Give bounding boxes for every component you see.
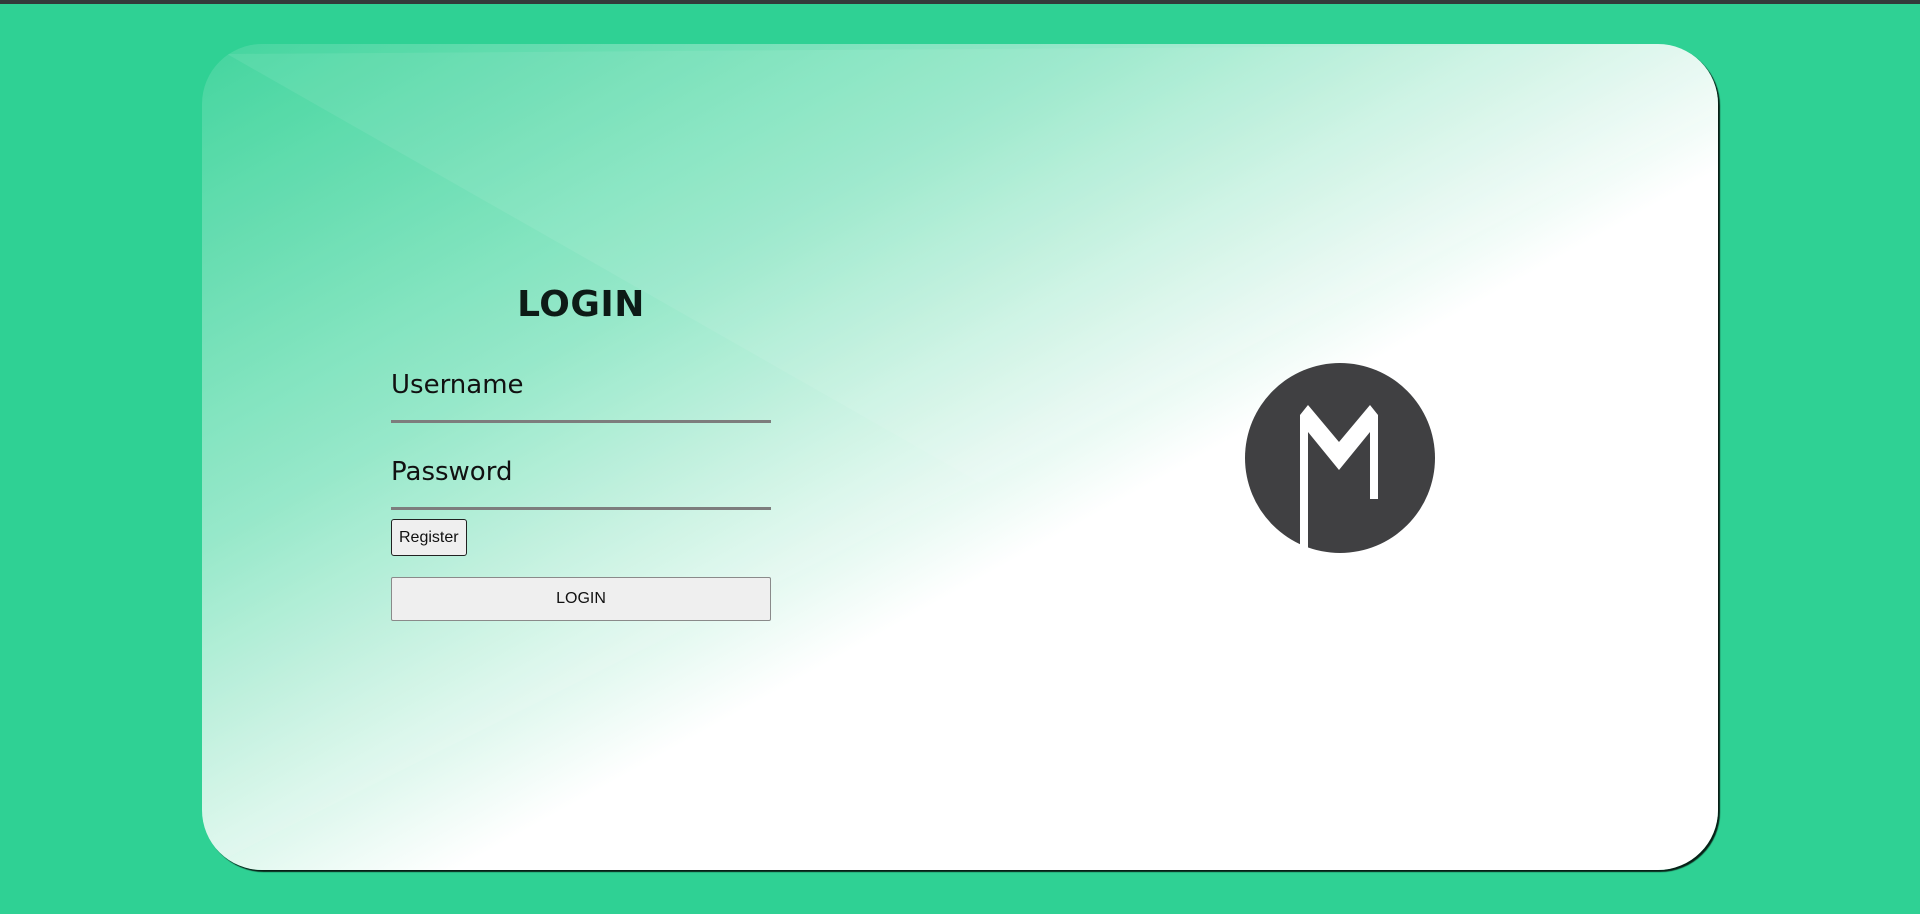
login-title: LOGIN <box>517 284 645 325</box>
register-button[interactable]: Register <box>391 519 467 556</box>
password-field-wrapper <box>391 447 771 510</box>
m-logo-icon <box>1245 363 1435 554</box>
username-input[interactable] <box>391 360 771 410</box>
top-strip <box>0 0 1920 4</box>
username-field-wrapper <box>391 360 771 423</box>
password-input[interactable] <box>391 447 771 497</box>
login-card: LOGIN Register LOGIN <box>202 44 1718 870</box>
login-button[interactable]: LOGIN <box>391 577 771 621</box>
